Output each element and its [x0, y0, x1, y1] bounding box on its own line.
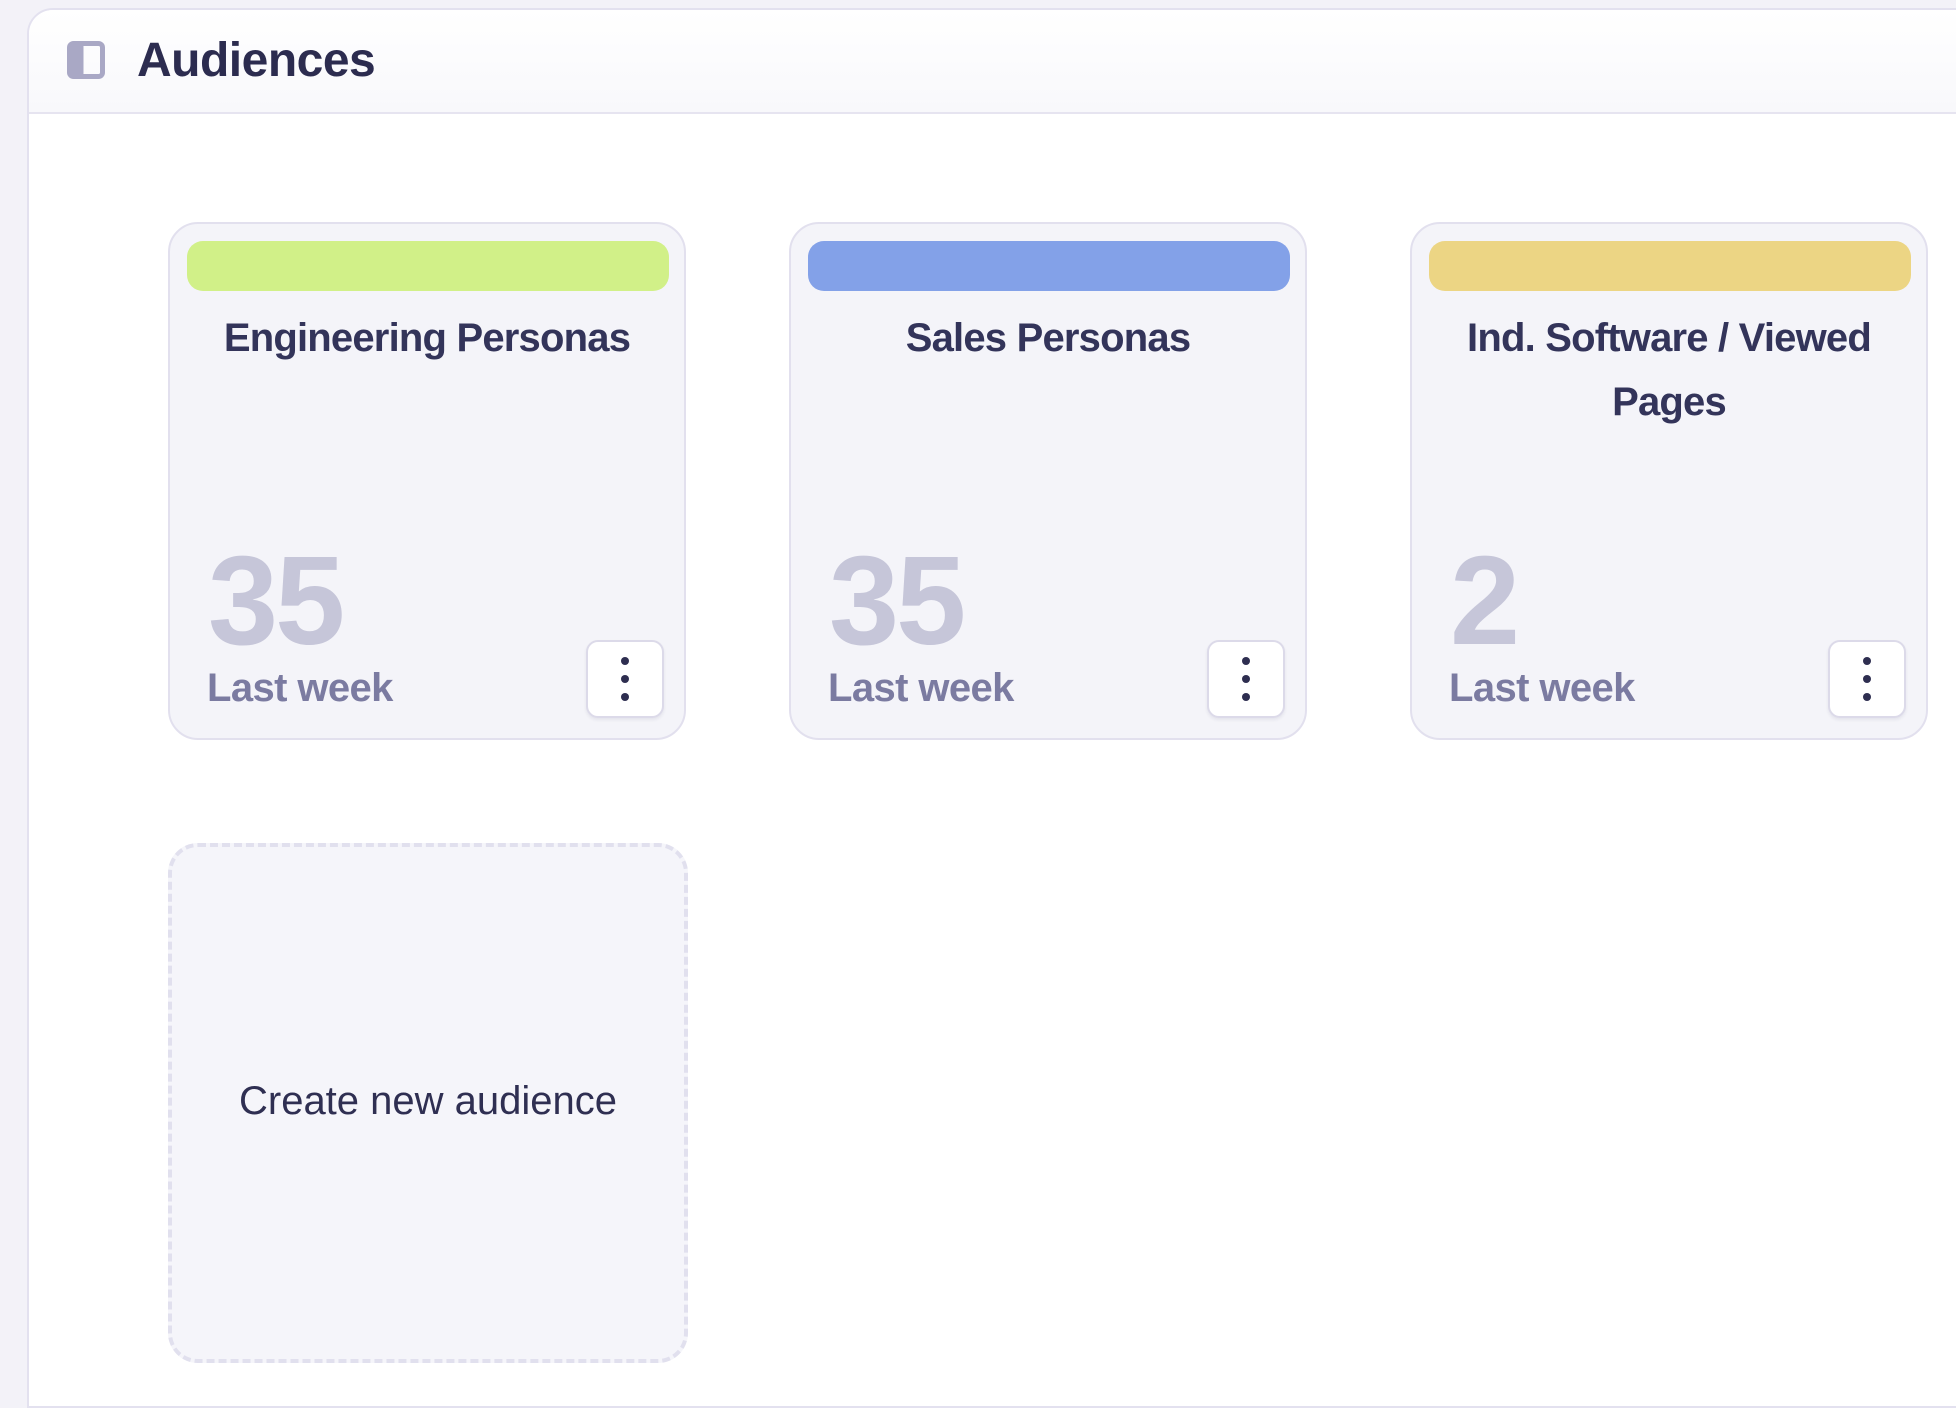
- audience-title: Sales Personas: [905, 316, 1191, 360]
- page-header: Audiences: [29, 10, 1956, 114]
- more-options-button[interactable]: [1828, 640, 1906, 718]
- audience-card[interactable]: Ind. Software / Viewed Pages 2 Last week: [1410, 222, 1928, 740]
- sidebar-toggle-icon[interactable]: [67, 41, 105, 79]
- audience-title: Engineering Personas: [223, 316, 631, 360]
- more-vertical-icon: [621, 657, 629, 701]
- audience-count: 35: [208, 530, 345, 671]
- create-audience-button[interactable]: Create new audience: [168, 843, 688, 1363]
- more-options-button[interactable]: [586, 640, 664, 718]
- audience-card[interactable]: Engineering Personas 35 Last week: [168, 222, 686, 740]
- audience-count: 35: [829, 530, 966, 671]
- audience-color-stripe: [187, 241, 669, 291]
- more-vertical-icon: [1863, 657, 1871, 701]
- more-vertical-icon: [1242, 657, 1250, 701]
- audience-color-stripe: [808, 241, 1290, 291]
- audience-period: Last week: [207, 666, 393, 710]
- audience-card[interactable]: Sales Personas 35 Last week: [789, 222, 1307, 740]
- audience-title: Ind. Software / Viewed Pages: [1467, 316, 1872, 424]
- create-audience-label: Create new audience: [238, 1079, 618, 1123]
- audience-count: 2: [1450, 530, 1520, 671]
- more-options-button[interactable]: [1207, 640, 1285, 718]
- audience-period: Last week: [828, 666, 1014, 710]
- audience-color-stripe: [1429, 241, 1911, 291]
- page-title: Audiences: [137, 34, 376, 87]
- audience-period: Last week: [1449, 666, 1635, 710]
